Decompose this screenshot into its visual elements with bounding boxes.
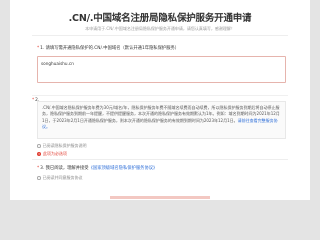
radio-circle-icon — [37, 144, 41, 148]
notice-read-checkbox[interactable]: 已阅读隐私保护服务说明 — [37, 143, 87, 149]
required-marker: * — [37, 46, 40, 51]
submit-bar[interactable] — [110, 196, 210, 199]
page-subtitle: 本申请用于.CN/.中国域名注册局隐私保护服务开通申请，请您认真填写，感谢理解！ — [85, 26, 235, 31]
required-warning: ! 此项为必选项 — [37, 151, 67, 156]
privacy-service-notice: .CN/.中国域名隐私保护服务年费为30元/域名/年，隐私保护服务年费不随域名续… — [37, 101, 286, 139]
required-marker: * — [32, 98, 35, 103]
section-divider — [32, 95, 288, 96]
domain-textarea[interactable]: songhuaishu.cn — [37, 56, 286, 83]
question-3-label: *3. 我已阅读，理解并接受《国家顶级域名隐私保护服务协议》 — [37, 166, 158, 171]
header-divider — [32, 35, 288, 36]
agreement-checkbox[interactable]: 已阅读并同意服务协议 — [37, 175, 83, 181]
section-divider-2 — [32, 159, 288, 160]
domain-textarea-value: songhuaishu.cn — [41, 61, 74, 66]
question-1-label: *1. 请填写需开通隐私保护的.CN/.中国域名（默认开通1年隐私保护服务） — [37, 46, 180, 51]
page-title: .CN/.中国域名注册局隐私保护服务开通申请 — [68, 13, 252, 24]
required-marker: * — [37, 166, 40, 171]
application-form-card: .CN/.中国域名注册局隐私保护服务开通申请 本申请用于.CN/.中国域名注册局… — [10, 0, 310, 200]
agreement-link[interactable]: 《国家顶级域名隐私保护服务协议》 — [89, 166, 158, 171]
radio-circle-icon — [37, 176, 41, 180]
warning-icon: ! — [37, 152, 41, 156]
